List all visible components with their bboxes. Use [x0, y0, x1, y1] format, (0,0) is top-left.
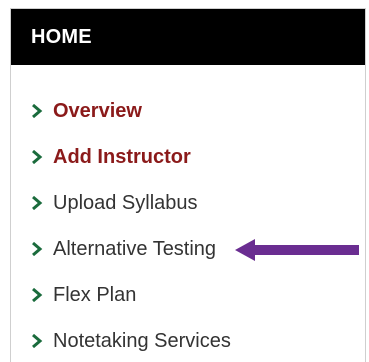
- chevron-right-icon: [31, 196, 53, 210]
- menu-item-upload-syllabus[interactable]: Upload Syllabus: [11, 183, 365, 223]
- chevron-right-icon: [31, 104, 53, 118]
- menu-item-label: Flex Plan: [53, 283, 137, 306]
- menu-item-notetaking-services[interactable]: Notetaking Services: [11, 321, 365, 361]
- menu-item-label: Upload Syllabus: [53, 191, 198, 214]
- chevron-right-icon: [31, 288, 53, 302]
- home-menu-panel: HOME Overview Add Instructor Upload Syll…: [10, 8, 366, 362]
- chevron-right-icon: [31, 150, 53, 164]
- panel-title: HOME: [11, 9, 365, 65]
- menu-item-alternative-testing[interactable]: Alternative Testing: [11, 229, 365, 269]
- chevron-right-icon: [31, 242, 53, 256]
- menu-item-label: Add Instructor: [53, 145, 191, 168]
- menu-item-label: Notetaking Services: [53, 329, 231, 352]
- left-arrow-icon: [235, 239, 359, 266]
- menu-item-add-instructor[interactable]: Add Instructor: [11, 137, 365, 177]
- menu-item-label: Overview: [53, 99, 142, 122]
- menu-item-label: Alternative Testing: [53, 237, 217, 260]
- menu-item-overview[interactable]: Overview: [11, 91, 365, 131]
- chevron-right-icon: [31, 334, 53, 348]
- menu-item-flex-plan[interactable]: Flex Plan: [11, 275, 365, 315]
